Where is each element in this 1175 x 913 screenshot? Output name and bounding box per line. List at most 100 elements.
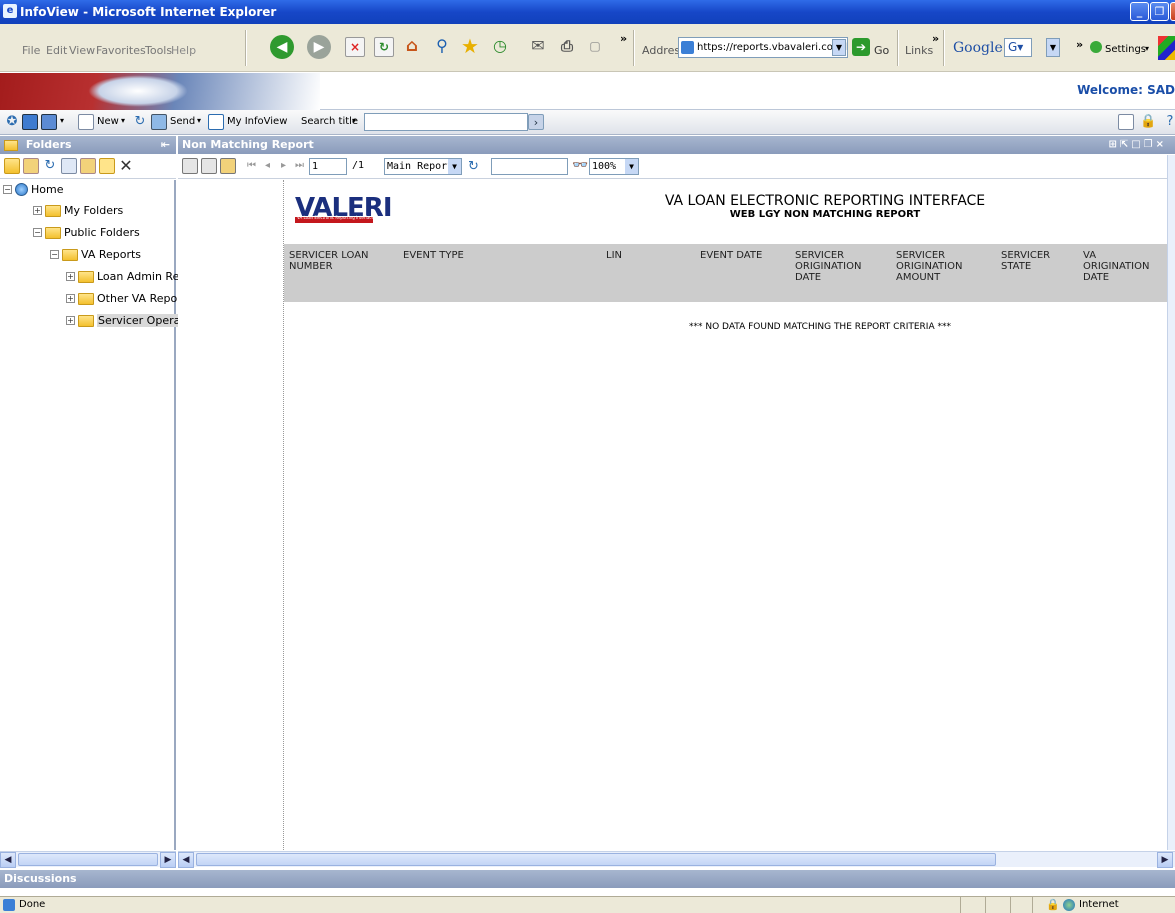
report-select[interactable]: Main Report ▼ (384, 158, 462, 175)
new-button[interactable]: New (97, 116, 119, 127)
report-select-dropdown-icon[interactable]: ▼ (448, 159, 461, 174)
scroll-thumb[interactable] (196, 853, 996, 866)
view-menu-dropdown-icon[interactable]: ▾ (60, 116, 64, 125)
expand-icon[interactable]: + (66, 316, 75, 325)
search-go-icon[interactable]: › (528, 114, 544, 130)
tree-horizontal-scrollbar[interactable]: ◀ ▶ (0, 851, 176, 868)
folders-view-icon[interactable] (4, 158, 20, 174)
collapse-icon[interactable]: − (50, 250, 59, 259)
help-icon[interactable]: ? (1162, 114, 1175, 130)
open-folder-icon[interactable] (23, 158, 39, 174)
expand-icon[interactable]: + (66, 294, 75, 303)
export-icon[interactable] (182, 158, 198, 174)
google-search-dropdown[interactable]: G▾ (1004, 38, 1032, 57)
refresh-icon[interactable]: ↻ (374, 37, 394, 57)
my-infoview-icon[interactable] (208, 114, 224, 130)
search-title-dropdown-icon[interactable]: ▾ (352, 116, 356, 125)
settings-dropdown-icon[interactable]: ▾ (1145, 44, 1149, 53)
tree-node-loan-admin[interactable]: + Loan Admin Repo (66, 270, 193, 283)
previous-page-icon[interactable]: ◂ (265, 160, 270, 171)
favorites-star-icon[interactable]: ★ (460, 36, 480, 57)
collapse-icon[interactable]: − (3, 185, 12, 194)
refresh-icon[interactable]: ↻ (132, 114, 148, 130)
new-document-icon[interactable] (78, 114, 94, 130)
next-page-icon[interactable]: ▸ (281, 160, 286, 171)
group-tree-icon[interactable] (220, 158, 236, 174)
menu-tools[interactable]: Tools (145, 44, 172, 57)
print-report-icon[interactable] (201, 158, 217, 174)
panel-window-controls-icon[interactable]: ⊞⇱□❐× (1108, 136, 1167, 154)
menu-help[interactable]: Help (171, 44, 196, 57)
edit-icon[interactable]: ▢ (585, 37, 605, 57)
scroll-right-icon[interactable]: ▶ (160, 852, 176, 868)
tree-node-home[interactable]: − Home (3, 183, 63, 196)
move-folder-icon[interactable] (99, 158, 115, 174)
home-nav-icon[interactable]: ✪ (4, 114, 20, 130)
zoom-dropdown-icon[interactable]: ▼ (625, 159, 638, 174)
menu-view[interactable]: View (69, 44, 95, 57)
new-folder-icon[interactable] (80, 158, 96, 174)
collapse-panel-icon[interactable]: ⇤ (161, 136, 170, 154)
refresh-report-icon[interactable]: ↻ (468, 159, 479, 174)
tree-node-va-reports[interactable]: − VA Reports (50, 248, 141, 261)
back-icon[interactable]: ◀ (270, 35, 294, 59)
links-label[interactable]: Links (905, 44, 933, 57)
first-page-icon[interactable]: ⏮ (247, 160, 256, 171)
send-button[interactable]: Send (170, 116, 195, 127)
layout-icon[interactable] (22, 114, 38, 130)
report-vertical-scrollbar[interactable] (1167, 155, 1175, 850)
print-icon[interactable]: ⎙ (557, 37, 577, 57)
search-text-input[interactable] (491, 158, 568, 175)
minimize-button[interactable]: _ (1130, 2, 1149, 21)
scroll-thumb[interactable] (18, 853, 158, 866)
lock-icon[interactable]: 🔒 (1140, 114, 1156, 130)
stop-icon[interactable]: × (345, 37, 365, 57)
history-icon[interactable]: ◷ (490, 37, 510, 57)
mail-icon[interactable]: ✉ (528, 37, 548, 57)
preferences-icon[interactable] (1118, 114, 1134, 130)
scroll-right-icon[interactable]: ▶ (1157, 852, 1173, 868)
search-title-input[interactable] (364, 113, 528, 131)
refresh-folders-icon[interactable]: ↻ (42, 158, 58, 174)
delete-icon[interactable]: ✕ (118, 158, 134, 174)
discussions-panel-header[interactable]: Discussions (0, 870, 1175, 888)
search-title-dropdown[interactable]: Search title (301, 116, 358, 127)
scroll-left-icon[interactable]: ◀ (0, 852, 16, 868)
new-dropdown-icon[interactable]: ▾ (121, 116, 125, 125)
home-icon[interactable]: ⌂ (402, 37, 422, 57)
scroll-left-icon[interactable]: ◀ (178, 852, 194, 868)
settings-button[interactable]: Settings (1105, 44, 1146, 55)
view-menu-icon[interactable] (41, 114, 57, 130)
toolbar-overflow-icon[interactable]: » (620, 32, 627, 45)
restore-button[interactable]: ❐ (1150, 2, 1169, 21)
forward-icon[interactable]: ▶ (307, 35, 331, 59)
properties-icon[interactable] (61, 158, 77, 174)
my-infoview-button[interactable]: My InfoView (227, 116, 287, 127)
address-dropdown-icon[interactable]: ▼ (832, 39, 846, 56)
address-input[interactable]: https://reports.vbavaleri.com/busi (678, 37, 848, 58)
tree-node-my-folders[interactable]: + My Folders (33, 204, 123, 217)
send-icon[interactable] (151, 114, 167, 130)
tree-node-public-folders[interactable]: − Public Folders (33, 226, 140, 239)
google-dropdown-icon[interactable]: ▼ (1046, 38, 1060, 57)
go-button[interactable]: Go (874, 44, 889, 57)
page-number-input[interactable]: 1 (309, 158, 347, 175)
report-horizontal-scrollbar[interactable]: ◀ ▶ (178, 851, 1175, 868)
window-title-bar[interactable]: e InfoView - Microsoft Internet Explorer… (0, 0, 1175, 24)
expand-icon[interactable]: + (33, 206, 42, 215)
search-icon[interactable]: ⚲ (432, 37, 452, 57)
zoom-select[interactable]: 100% ▼ (589, 158, 639, 175)
links-overflow-icon[interactable]: » (932, 32, 939, 45)
collapse-icon[interactable]: − (33, 228, 42, 237)
google-overflow-icon[interactable]: » (1076, 38, 1083, 51)
send-dropdown-icon[interactable]: ▾ (197, 116, 201, 125)
binoculars-find-icon[interactable]: 👓 (572, 158, 588, 173)
expand-icon[interactable]: + (66, 272, 75, 281)
close-button[interactable]: × (1170, 2, 1175, 21)
menu-favorites[interactable]: Favorites (96, 44, 146, 57)
go-arrow-icon[interactable]: ➔ (852, 38, 870, 56)
last-page-icon[interactable]: ⏭ (295, 160, 304, 171)
menu-file[interactable]: File (22, 44, 40, 57)
menu-edit[interactable]: Edit (46, 44, 67, 57)
tree-node-other-va-reports[interactable]: + Other VA Reports (66, 292, 192, 305)
